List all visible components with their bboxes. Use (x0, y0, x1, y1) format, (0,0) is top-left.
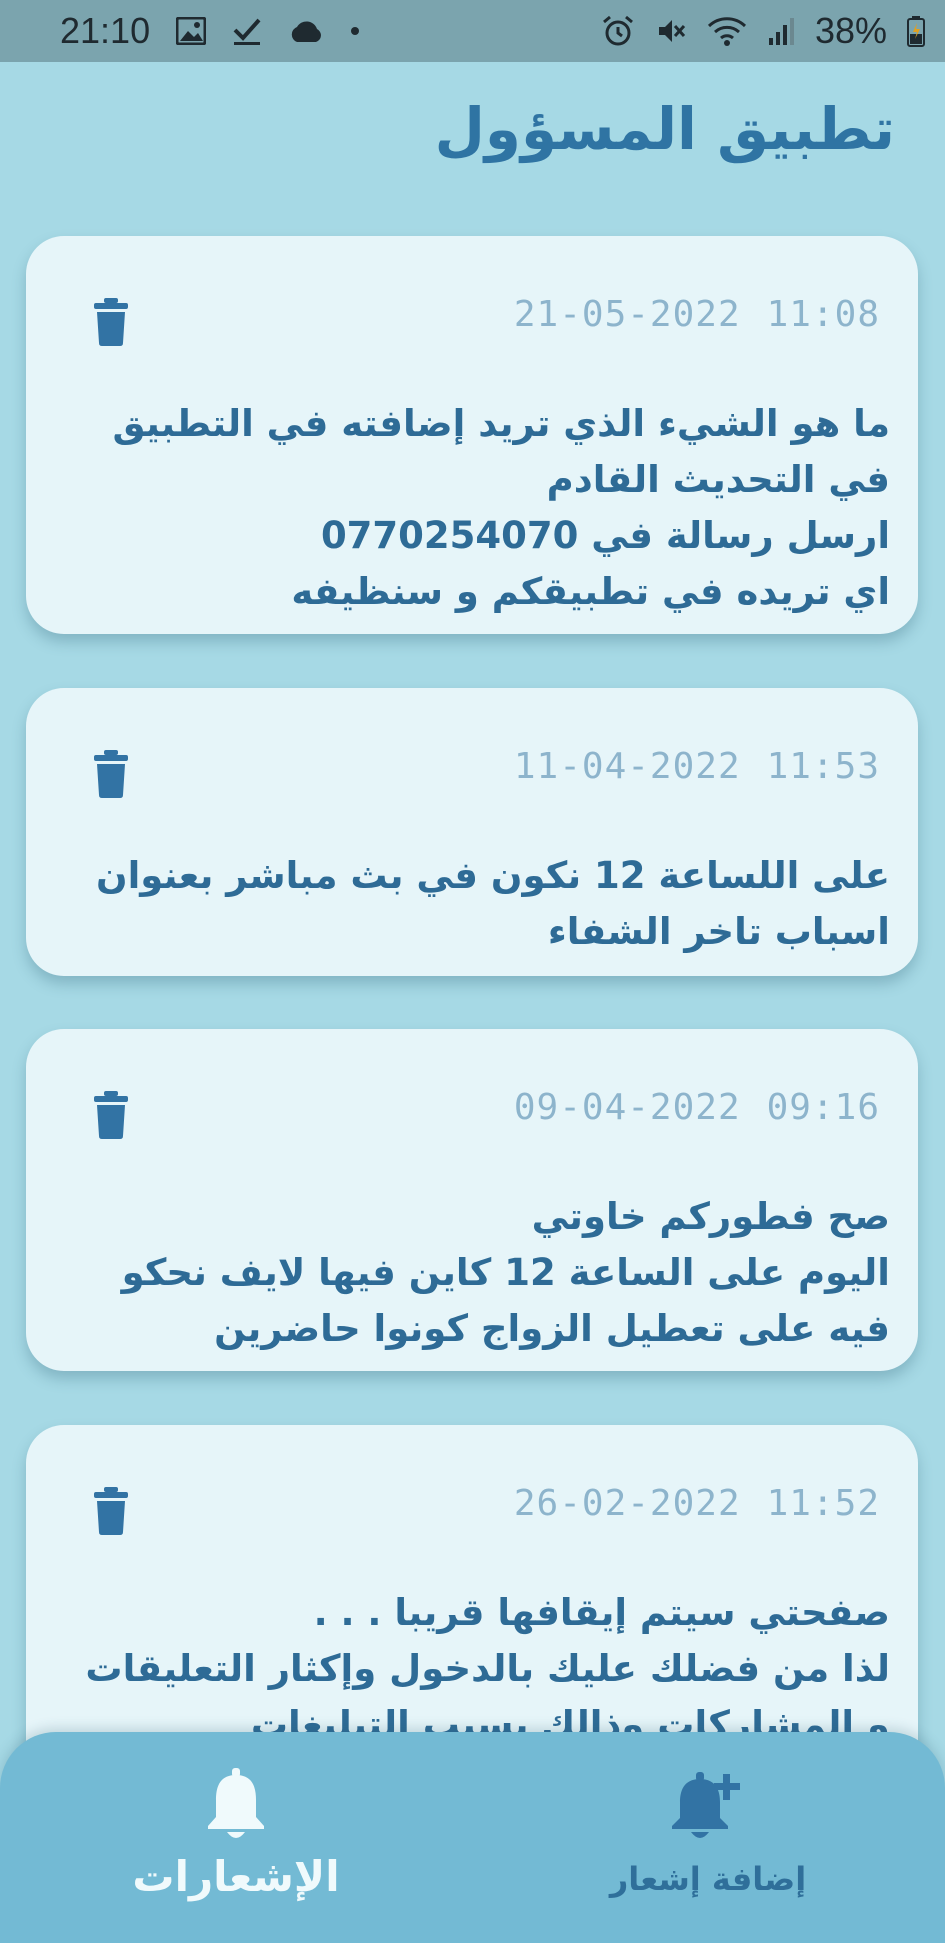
notification-card: 09-04-2022 09:16 صح فطوركم خاوتي اليوم عل… (26, 1029, 918, 1371)
message-line: اي تريده في تطبيقكم و سنظيفه (291, 570, 890, 613)
notification-time: 11:08 (766, 294, 880, 335)
nav-notifications[interactable]: الإشعارات (0, 1732, 472, 1943)
page-title: تطبيق المسؤول (434, 95, 895, 163)
notification-message: صح فطوركم خاوتي اليوم على الساعة 12 كاين… (54, 1189, 890, 1357)
trash-icon[interactable] (94, 750, 128, 798)
mute-icon (655, 15, 687, 47)
notification-message: ما هو الشيء الذي تريد إضافته في التطبيق … (54, 396, 890, 620)
wifi-icon (707, 15, 747, 47)
notification-datetime: 21-05-2022 11:08 (514, 294, 880, 335)
message-line: اليوم على الساعة 12 كاين فيها لايف نحكو (121, 1251, 890, 1294)
notification-message: صفحتي سيتم إيقافها قريبا . . . لذا من فض… (54, 1585, 890, 1753)
notification-card: 11-04-2022 11:53 على اللساعة 12 نكون في ب… (26, 688, 918, 976)
nav-notifications-label: الإشعارات (132, 1852, 340, 1901)
status-time: 21:10 (60, 10, 151, 51)
notification-time: 11:52 (766, 1483, 880, 1524)
bell-icon (203, 1768, 269, 1846)
nav-add-notification[interactable]: إضافة إشعار (472, 1732, 944, 1943)
message-line: ارسل رسالة في 0770254070 (320, 514, 890, 557)
nav-add-notification-label: إضافة إشعار (609, 1860, 807, 1898)
battery-icon (907, 15, 925, 47)
message-line: على اللساعة 12 نكون في بث مباشر بعنوان (96, 854, 890, 897)
cloud-icon (288, 19, 324, 43)
notification-datetime: 26-02-2022 11:52 (514, 1483, 880, 1524)
message-line: في التحديث القادم (546, 458, 890, 501)
notification-datetime: 11-04-2022 11:53 (514, 746, 880, 787)
bottom-nav: الإشعارات إضافة إشعار (0, 1732, 945, 1943)
trash-icon[interactable] (94, 298, 128, 346)
message-line: فيه على تعطيل الزواج كونوا حاضرين (214, 1307, 890, 1350)
message-line: صفحتي سيتم إيقافها قريبا . . . (313, 1591, 890, 1634)
trash-icon[interactable] (94, 1487, 128, 1535)
image-icon (176, 17, 207, 45)
status-bar: 21:10 38% (0, 0, 945, 62)
notification-date: 11-04-2022 (513, 746, 741, 787)
notification-date: 21-05-2022 (513, 294, 741, 335)
bell-plus-icon (667, 1768, 749, 1846)
signal-icon (767, 16, 795, 46)
notification-card: 21-05-2022 11:08 ما هو الشيء الذي تريد إض… (26, 236, 918, 634)
notification-time: 09:16 (766, 1087, 880, 1128)
message-line: لذا من فضلك عليك بالدخول وإكثار التعليقا… (85, 1647, 890, 1690)
alarm-icon (601, 14, 635, 48)
message-line: اسباب تاخر الشفاء (547, 910, 890, 953)
dot-icon (350, 26, 360, 36)
notification-date: 09-04-2022 (513, 1087, 741, 1128)
notification-message: على اللساعة 12 نكون في بث مباشر بعنوان ا… (54, 848, 890, 960)
notification-time: 11:53 (766, 746, 880, 787)
message-line: ما هو الشيء الذي تريد إضافته في التطبيق (112, 402, 890, 445)
notification-datetime: 09-04-2022 09:16 (514, 1087, 880, 1128)
message-line: صح فطوركم خاوتي (531, 1195, 890, 1238)
checkmark-icon (232, 16, 262, 46)
battery-percent: 38% (814, 10, 887, 51)
trash-icon[interactable] (94, 1091, 128, 1139)
notification-date: 26-02-2022 (513, 1483, 741, 1524)
